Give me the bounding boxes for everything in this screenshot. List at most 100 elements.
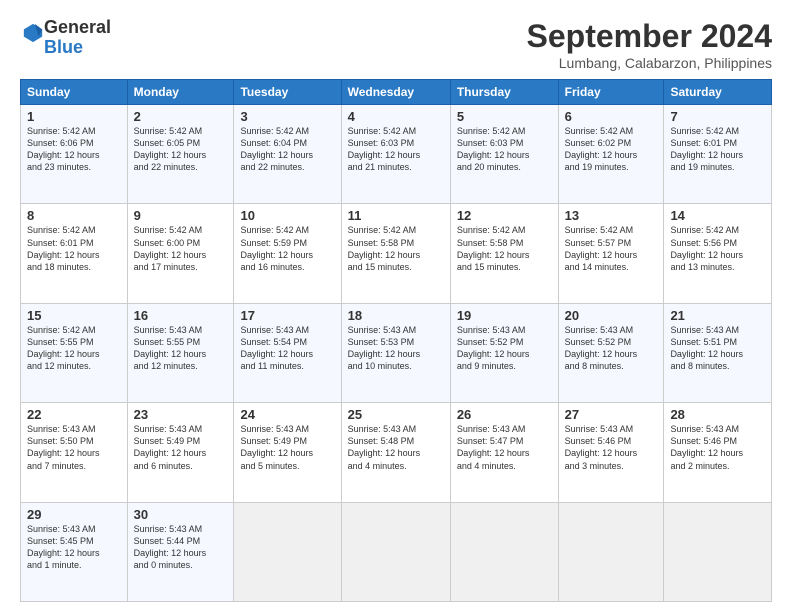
day-cell (664, 502, 772, 601)
day-number: 1 (27, 109, 121, 124)
day-cell: 6Sunrise: 5:42 AMSunset: 6:02 PMDaylight… (558, 105, 664, 204)
day-cell: 17Sunrise: 5:43 AMSunset: 5:54 PMDayligh… (234, 303, 341, 402)
day-cell: 3Sunrise: 5:42 AMSunset: 6:04 PMDaylight… (234, 105, 341, 204)
week-row-2: 8Sunrise: 5:42 AMSunset: 6:01 PMDaylight… (21, 204, 772, 303)
day-cell (341, 502, 450, 601)
day-content: Sunrise: 5:43 AMSunset: 5:51 PMDaylight:… (670, 324, 765, 373)
day-content: Sunrise: 5:43 AMSunset: 5:49 PMDaylight:… (134, 423, 228, 472)
day-number: 22 (27, 407, 121, 422)
day-cell: 27Sunrise: 5:43 AMSunset: 5:46 PMDayligh… (558, 403, 664, 502)
day-content: Sunrise: 5:42 AMSunset: 5:57 PMDaylight:… (565, 224, 658, 273)
day-content: Sunrise: 5:42 AMSunset: 5:56 PMDaylight:… (670, 224, 765, 273)
day-number: 2 (134, 109, 228, 124)
day-number: 14 (670, 208, 765, 223)
day-cell: 11Sunrise: 5:42 AMSunset: 5:58 PMDayligh… (341, 204, 450, 303)
day-cell: 26Sunrise: 5:43 AMSunset: 5:47 PMDayligh… (450, 403, 558, 502)
col-header-friday: Friday (558, 80, 664, 105)
col-header-wednesday: Wednesday (341, 80, 450, 105)
day-number: 6 (565, 109, 658, 124)
day-cell: 1Sunrise: 5:42 AMSunset: 6:06 PMDaylight… (21, 105, 128, 204)
calendar-header: SundayMondayTuesdayWednesdayThursdayFrid… (21, 80, 772, 105)
day-cell: 5Sunrise: 5:42 AMSunset: 6:03 PMDaylight… (450, 105, 558, 204)
day-number: 17 (240, 308, 334, 323)
day-cell: 28Sunrise: 5:43 AMSunset: 5:46 PMDayligh… (664, 403, 772, 502)
day-content: Sunrise: 5:42 AMSunset: 6:01 PMDaylight:… (670, 125, 765, 174)
day-cell (450, 502, 558, 601)
day-number: 26 (457, 407, 552, 422)
day-number: 30 (134, 507, 228, 522)
day-number: 21 (670, 308, 765, 323)
day-cell (234, 502, 341, 601)
day-cell: 10Sunrise: 5:42 AMSunset: 5:59 PMDayligh… (234, 204, 341, 303)
day-number: 28 (670, 407, 765, 422)
day-cell: 12Sunrise: 5:42 AMSunset: 5:58 PMDayligh… (450, 204, 558, 303)
day-number: 29 (27, 507, 121, 522)
logo: General Blue (20, 18, 111, 58)
day-cell: 21Sunrise: 5:43 AMSunset: 5:51 PMDayligh… (664, 303, 772, 402)
day-number: 9 (134, 208, 228, 223)
day-cell: 9Sunrise: 5:42 AMSunset: 6:00 PMDaylight… (127, 204, 234, 303)
day-number: 12 (457, 208, 552, 223)
day-cell: 19Sunrise: 5:43 AMSunset: 5:52 PMDayligh… (450, 303, 558, 402)
day-cell: 4Sunrise: 5:42 AMSunset: 6:03 PMDaylight… (341, 105, 450, 204)
day-content: Sunrise: 5:43 AMSunset: 5:54 PMDaylight:… (240, 324, 334, 373)
day-content: Sunrise: 5:42 AMSunset: 6:01 PMDaylight:… (27, 224, 121, 273)
day-number: 3 (240, 109, 334, 124)
day-number: 20 (565, 308, 658, 323)
day-content: Sunrise: 5:42 AMSunset: 6:05 PMDaylight:… (134, 125, 228, 174)
day-cell: 22Sunrise: 5:43 AMSunset: 5:50 PMDayligh… (21, 403, 128, 502)
day-cell: 30Sunrise: 5:43 AMSunset: 5:44 PMDayligh… (127, 502, 234, 601)
day-number: 10 (240, 208, 334, 223)
week-row-3: 15Sunrise: 5:42 AMSunset: 5:55 PMDayligh… (21, 303, 772, 402)
day-content: Sunrise: 5:43 AMSunset: 5:48 PMDaylight:… (348, 423, 444, 472)
day-cell: 8Sunrise: 5:42 AMSunset: 6:01 PMDaylight… (21, 204, 128, 303)
day-cell: 2Sunrise: 5:42 AMSunset: 6:05 PMDaylight… (127, 105, 234, 204)
day-content: Sunrise: 5:42 AMSunset: 6:04 PMDaylight:… (240, 125, 334, 174)
month-year: September 2024 (527, 18, 772, 55)
day-content: Sunrise: 5:42 AMSunset: 5:55 PMDaylight:… (27, 324, 121, 373)
day-cell (558, 502, 664, 601)
day-content: Sunrise: 5:42 AMSunset: 6:03 PMDaylight:… (348, 125, 444, 174)
day-content: Sunrise: 5:43 AMSunset: 5:44 PMDaylight:… (134, 523, 228, 572)
col-header-tuesday: Tuesday (234, 80, 341, 105)
week-row-1: 1Sunrise: 5:42 AMSunset: 6:06 PMDaylight… (21, 105, 772, 204)
day-content: Sunrise: 5:43 AMSunset: 5:52 PMDaylight:… (565, 324, 658, 373)
day-content: Sunrise: 5:43 AMSunset: 5:53 PMDaylight:… (348, 324, 444, 373)
day-content: Sunrise: 5:42 AMSunset: 5:59 PMDaylight:… (240, 224, 334, 273)
col-header-thursday: Thursday (450, 80, 558, 105)
day-number: 15 (27, 308, 121, 323)
col-header-saturday: Saturday (664, 80, 772, 105)
day-content: Sunrise: 5:43 AMSunset: 5:50 PMDaylight:… (27, 423, 121, 472)
header: General Blue September 2024 Lumbang, Cal… (20, 18, 772, 71)
day-number: 25 (348, 407, 444, 422)
day-cell: 15Sunrise: 5:42 AMSunset: 5:55 PMDayligh… (21, 303, 128, 402)
day-number: 23 (134, 407, 228, 422)
day-number: 24 (240, 407, 334, 422)
col-header-monday: Monday (127, 80, 234, 105)
day-content: Sunrise: 5:43 AMSunset: 5:55 PMDaylight:… (134, 324, 228, 373)
calendar-table: SundayMondayTuesdayWednesdayThursdayFrid… (20, 79, 772, 602)
day-content: Sunrise: 5:42 AMSunset: 5:58 PMDaylight:… (457, 224, 552, 273)
day-number: 27 (565, 407, 658, 422)
day-number: 18 (348, 308, 444, 323)
calendar-page: General Blue September 2024 Lumbang, Cal… (0, 0, 792, 612)
day-content: Sunrise: 5:43 AMSunset: 5:49 PMDaylight:… (240, 423, 334, 472)
day-number: 19 (457, 308, 552, 323)
logo-text: General Blue (44, 18, 111, 58)
day-cell: 20Sunrise: 5:43 AMSunset: 5:52 PMDayligh… (558, 303, 664, 402)
week-row-4: 22Sunrise: 5:43 AMSunset: 5:50 PMDayligh… (21, 403, 772, 502)
day-cell: 16Sunrise: 5:43 AMSunset: 5:55 PMDayligh… (127, 303, 234, 402)
day-cell: 13Sunrise: 5:42 AMSunset: 5:57 PMDayligh… (558, 204, 664, 303)
day-content: Sunrise: 5:43 AMSunset: 5:52 PMDaylight:… (457, 324, 552, 373)
day-content: Sunrise: 5:43 AMSunset: 5:45 PMDaylight:… (27, 523, 121, 572)
location: Lumbang, Calabarzon, Philippines (527, 55, 772, 71)
day-number: 7 (670, 109, 765, 124)
calendar-body: 1Sunrise: 5:42 AMSunset: 6:06 PMDaylight… (21, 105, 772, 602)
title-block: September 2024 Lumbang, Calabarzon, Phil… (527, 18, 772, 71)
day-content: Sunrise: 5:43 AMSunset: 5:46 PMDaylight:… (565, 423, 658, 472)
day-number: 5 (457, 109, 552, 124)
day-content: Sunrise: 5:42 AMSunset: 6:06 PMDaylight:… (27, 125, 121, 174)
day-number: 16 (134, 308, 228, 323)
header-row: SundayMondayTuesdayWednesdayThursdayFrid… (21, 80, 772, 105)
day-content: Sunrise: 5:42 AMSunset: 6:02 PMDaylight:… (565, 125, 658, 174)
